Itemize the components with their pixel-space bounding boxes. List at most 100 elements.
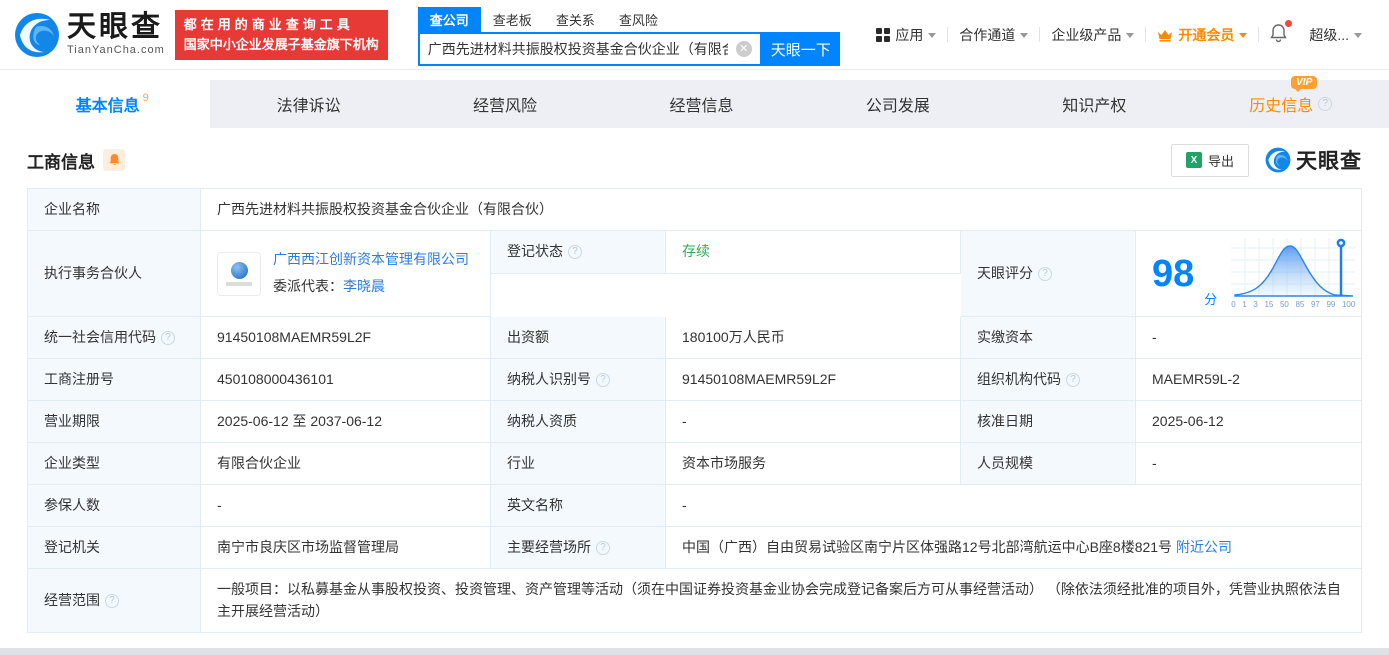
reg-number-value: 450108000436101	[201, 359, 491, 401]
subscribe-bell-badge[interactable]	[103, 149, 125, 171]
nav-member-label: 开通会员	[1178, 26, 1235, 43]
insured-count-value: -	[201, 485, 491, 527]
brand-domain: TianYanCha.com	[67, 44, 165, 56]
partner-company-link[interactable]: 广西西江创新资本管理有限公司	[273, 249, 469, 271]
chevron-down-icon	[1020, 33, 1029, 38]
score-curve	[1231, 237, 1356, 297]
company-name-value: 广西先进材料共振股权投资基金合伙企业（有限合伙）	[201, 189, 1361, 231]
tianyan-score-label: 天眼评分	[961, 231, 1136, 317]
export-label: 导出	[1207, 153, 1234, 169]
table-row: 参保人数 - 英文名称 -	[28, 485, 1361, 527]
search-button[interactable]: 天眼一下	[761, 32, 840, 66]
table-row: 企业类型 有限合伙企业 行业 资本市场服务 人员规模 -	[28, 443, 1361, 485]
table-row: 工商注册号 450108000436101 纳税人识别号 91450108MAE…	[28, 359, 1361, 401]
premises-value: 中国（广西）自由贸易试验区南宁片区体强路12号北部湾航运中心B座8楼821号 附…	[666, 527, 1361, 569]
help-icon[interactable]	[1318, 97, 1333, 111]
help-icon[interactable]	[1066, 372, 1080, 387]
help-icon[interactable]	[596, 372, 610, 387]
taxpayer-quality-value: -	[666, 401, 961, 443]
help-icon[interactable]	[596, 540, 610, 555]
tab-operating-risk-label: 经营风险	[473, 98, 538, 115]
nav-apps[interactable]: 应用	[865, 25, 947, 45]
help-icon[interactable]	[161, 330, 175, 345]
tianyan-score-value: 98 分 0 1 3 15 50 85 97 99 100	[1136, 231, 1362, 317]
search-box: ✕	[417, 32, 762, 66]
search-tab-relation[interactable]: 查关系	[544, 7, 607, 32]
chevron-down-icon	[928, 33, 937, 38]
promo-line2: 国家中小企业发展子基金旗下机构	[183, 36, 379, 52]
tianyancha-logo-icon	[1265, 147, 1291, 173]
nav-account[interactable]: 超级...	[1298, 25, 1373, 45]
tab-company-development-label: 公司发展	[865, 98, 930, 115]
executive-partner-label: 执行事务合伙人	[28, 231, 201, 317]
industry-label: 行业	[491, 443, 666, 485]
notifications-bell[interactable]	[1259, 20, 1298, 46]
nearby-companies-link[interactable]: 附近公司	[1176, 537, 1232, 559]
premises-label: 主要经营场所	[491, 527, 666, 569]
help-icon[interactable]	[105, 593, 119, 608]
nav-apps-label: 应用	[895, 26, 924, 43]
search-tab-risk[interactable]: 查风险	[607, 7, 670, 32]
taxpayer-id-value: 91450108MAEMR59L2F	[666, 359, 961, 401]
nav-account-label: 超级...	[1309, 26, 1349, 43]
executive-partner-value: 广西西江创新资本管理有限公司 委派代表：李晓晨	[201, 231, 491, 317]
nav-channel[interactable]: 合作通道	[948, 25, 1039, 45]
table-row: 统一社会信用代码 91450108MAEMR59L2F 出资额 180100万人…	[28, 317, 1361, 359]
promo-banner: 都在用的商业查询工具 国家中小企业发展子基金旗下机构	[174, 9, 388, 60]
business-term-value: 2025-06-12 至 2037-06-12	[201, 401, 491, 443]
tab-lawsuits[interactable]: 法律诉讼	[210, 80, 406, 128]
tab-operating-info-label: 经营信息	[669, 98, 734, 115]
search-tab-company[interactable]: 查公司	[417, 7, 481, 32]
score-distribution-chart[interactable]: 013 15 50 85 97 99 100	[1231, 236, 1356, 311]
company-tab-bar: 基本信息 9 法律诉讼 经营风险 经营信息 公司发展 知识产权 历史信息 VIP	[14, 76, 1389, 128]
watermark-logo: 天眼查	[1265, 145, 1362, 175]
taxpayer-id-label: 纳税人识别号	[491, 359, 666, 401]
export-button[interactable]: 导出	[1170, 143, 1249, 177]
tab-basic-info-count: 9	[142, 92, 149, 104]
nav-channel-label: 合作通道	[959, 26, 1016, 43]
apps-grid-icon	[876, 27, 891, 42]
paid-capital-label: 实缴资本	[961, 317, 1136, 359]
tab-intellectual-property[interactable]: 知识产权	[996, 80, 1192, 128]
staff-size-label: 人员规模	[961, 443, 1136, 485]
tab-operating-risk[interactable]: 经营风险	[407, 80, 603, 128]
help-icon[interactable]	[568, 245, 582, 259]
bell-icon	[109, 154, 119, 166]
page-bottom-edge	[0, 648, 1389, 655]
insured-count-label: 参保人数	[28, 485, 201, 527]
tab-company-development[interactable]: 公司发展	[800, 80, 996, 128]
vip-badge: VIP	[1291, 76, 1318, 92]
credit-code-label: 统一社会信用代码	[28, 317, 201, 359]
main-content: 工商信息 导出 天眼查 企业名称	[0, 143, 1389, 634]
nav-member[interactable]: 开通会员	[1146, 25, 1258, 45]
table-row: 登记机关 南宁市良庆区市场监督管理局 主要经营场所 中国（广西）自由贸易试验区南…	[28, 527, 1361, 569]
score-unit: 分	[1204, 291, 1218, 307]
chevron-down-icon	[1126, 33, 1135, 38]
company-type-value: 有限合伙企业	[201, 443, 491, 485]
search-tab-boss[interactable]: 查老板	[481, 7, 544, 32]
business-scope-value: 一般项目：以私募基金从事股权投资、投资管理、资产管理等活动（须在中国证券投资基金…	[217, 581, 1341, 619]
delegate-name-link[interactable]: 李晓晨	[343, 278, 385, 294]
tianyancha-logo[interactable]: 天眼查 TianYanCha.com	[14, 12, 165, 58]
approval-date-value: 2025-06-12	[1136, 401, 1361, 443]
nav-enterprise[interactable]: 企业级产品	[1040, 25, 1145, 45]
tianyancha-logo-icon	[15, 12, 59, 57]
tab-basic-info[interactable]: 基本信息 9	[14, 80, 211, 128]
tab-operating-info[interactable]: 经营信息	[603, 80, 799, 128]
nav-enterprise-label: 企业级产品	[1051, 26, 1122, 43]
company-name-label: 企业名称	[28, 189, 201, 231]
tab-basic-info-label: 基本信息	[75, 98, 140, 115]
tab-lawsuits-label: 法律诉讼	[276, 98, 341, 115]
clear-search-icon[interactable]: ✕	[735, 41, 752, 57]
header-nav: 应用 合作通道 企业级产品 开通会员 超级...	[865, 20, 1373, 46]
search-tabs: 查公司 查老板 查关系 查风险	[417, 7, 840, 32]
tab-history-info[interactable]: 历史信息 VIP	[1193, 76, 1389, 128]
chevron-down-icon	[1354, 33, 1362, 38]
score-number: 98	[1152, 252, 1195, 295]
tab-history-info-label: 历史信息	[1249, 98, 1314, 115]
search-area: 查公司 查老板 查关系 查风险 ✕ 天眼一下	[417, 7, 840, 66]
taxpayer-quality-label: 纳税人资质	[491, 401, 666, 443]
registration-authority-label: 登记机关	[28, 527, 201, 569]
search-input[interactable]	[419, 41, 736, 57]
help-icon[interactable]	[1038, 266, 1052, 281]
